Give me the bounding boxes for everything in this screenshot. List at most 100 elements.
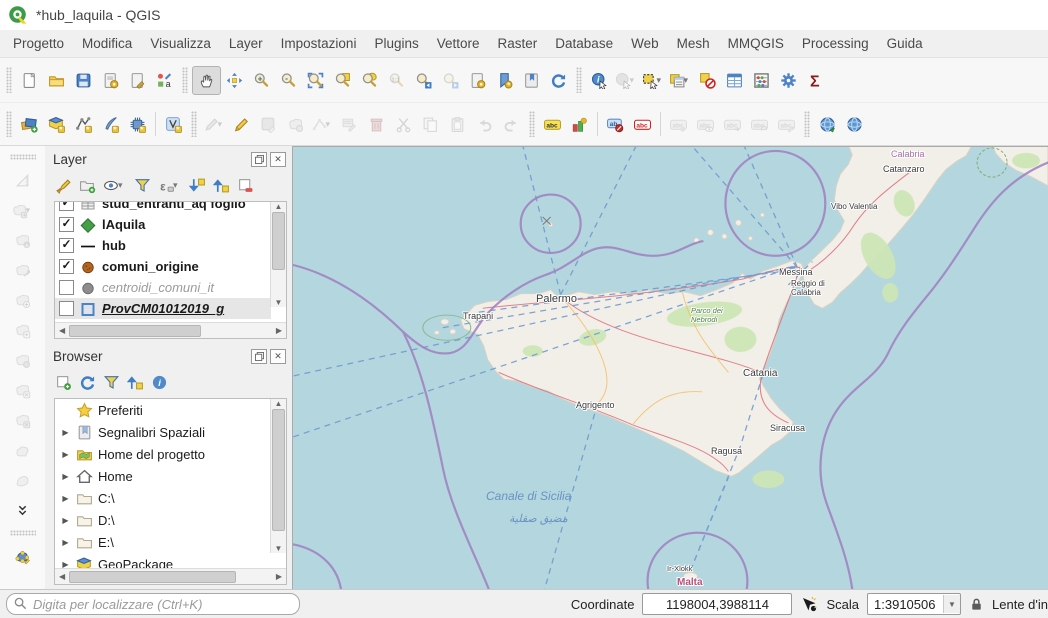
open-attribute-table-button[interactable] <box>721 67 748 94</box>
chevron-down-icon[interactable]: ▼ <box>943 595 960 613</box>
refresh-button[interactable] <box>545 67 572 94</box>
zoom-to-layer-button[interactable] <box>329 67 356 94</box>
dropdown-arrow-icon[interactable]: ▾ <box>118 180 127 191</box>
project-new-button[interactable] <box>16 67 43 94</box>
expander-icon[interactable]: ▶ <box>60 516 71 525</box>
processing-toolbox-button[interactable] <box>775 67 802 94</box>
zoom-in-button[interactable]: + <box>248 67 275 94</box>
zoom-out-button[interactable]: - <box>275 67 302 94</box>
expand-all-button[interactable] <box>189 177 206 194</box>
layer-visibility-checkbox[interactable]: ✓ <box>59 238 74 253</box>
layer-row-ProvCM01012019_g[interactable]: ProvCM01012019_g <box>55 298 271 319</box>
lock-scale-icon[interactable] <box>969 597 984 612</box>
toolbar-handle[interactable] <box>576 67 582 93</box>
browser-panel-close-icon[interactable]: ✕ <box>270 349 286 364</box>
expander-icon[interactable]: ▶ <box>60 538 71 547</box>
browser-item-segnalibrispaziali[interactable]: ▶Segnalibri Spaziali <box>55 421 271 443</box>
layer-row-comuni_origine[interactable]: ✓comuni_origine <box>55 256 271 277</box>
expander-icon[interactable]: ▶ <box>60 560 71 569</box>
layer-row-centroidi_comuni_it[interactable]: centroidi_comuni_it <box>55 277 271 298</box>
map-canvas[interactable]: PalermoTrapaniMessinaReggio di CalabriaC… <box>292 146 1048 589</box>
new-spatialite-layer-button[interactable]: * <box>97 111 124 138</box>
filter-expression-button[interactable]: ε▾ <box>158 177 182 194</box>
dropdown-arrow-icon[interactable]: ▾ <box>326 119 335 130</box>
toggle-editing-button[interactable] <box>228 111 255 138</box>
more-chevron-button[interactable] <box>9 496 37 524</box>
scroll-right-icon[interactable]: ▶ <box>274 572 284 581</box>
menu-mesh[interactable]: Mesh <box>668 32 719 55</box>
layer-visibility-checkbox[interactable] <box>59 280 74 295</box>
layer-labeling-button[interactable]: abc <box>539 111 566 138</box>
new-memory-layer-button[interactable]: * <box>124 111 151 138</box>
menu-raster[interactable]: Raster <box>489 32 547 55</box>
toolbar-handle[interactable] <box>10 154 36 160</box>
browser-vertical-scrollbar[interactable]: ▲ ▼ <box>270 399 286 553</box>
dropdown-arrow-icon[interactable]: ▾ <box>684 75 693 86</box>
project-open-button[interactable] <box>43 67 70 94</box>
browser-item-d[interactable]: ▶D:\ <box>55 509 271 531</box>
remove-layer-button[interactable] <box>237 177 254 194</box>
select-by-form-button[interactable]: ▾ <box>667 67 694 94</box>
toolbar-handle[interactable] <box>182 67 188 93</box>
pan-map-button[interactable] <box>192 66 221 95</box>
toolbar-handle[interactable] <box>6 67 12 93</box>
scale-combobox[interactable]: 1:3910506 ▼ <box>867 593 961 615</box>
menu-mmqgis[interactable]: MMQGIS <box>719 32 793 55</box>
dropdown-arrow-icon[interactable]: ▾ <box>630 75 639 86</box>
menu-plugins[interactable]: Plugins <box>365 32 427 55</box>
dropdown-arrow-icon[interactable]: ▾ <box>218 119 227 130</box>
mmqgis-globe-button[interactable] <box>841 111 868 138</box>
browser-collapse-button[interactable] <box>127 374 144 391</box>
locator-input[interactable] <box>7 596 299 613</box>
toolbar-handle[interactable] <box>191 111 197 137</box>
new-shapefile-layer-button[interactable]: * <box>70 111 97 138</box>
scroll-up-icon[interactable]: ▲ <box>273 202 285 211</box>
browser-add-layer-button[interactable] <box>55 374 72 391</box>
browser-item-geopackage[interactable]: ▶GeoPackage <box>55 553 271 568</box>
toggle-extents-icon[interactable] <box>800 595 818 613</box>
menu-visualizza[interactable]: Visualizza <box>141 32 220 55</box>
toolbar-handle[interactable] <box>804 111 810 137</box>
deselect-features-button[interactable] <box>694 67 721 94</box>
zoom-last-button[interactable] <box>410 67 437 94</box>
mmqgis-globe-import-button[interactable] <box>814 111 841 138</box>
menu-web[interactable]: Web <box>622 32 668 55</box>
scroll-left-icon[interactable]: ◀ <box>57 572 67 581</box>
menu-impostazioni[interactable]: Impostazioni <box>272 32 366 55</box>
add-group-button[interactable] <box>79 177 96 194</box>
scroll-left-icon[interactable]: ◀ <box>57 326 67 335</box>
browser-info-button[interactable]: i <box>151 374 168 391</box>
menu-progetto[interactable]: Progetto <box>4 32 73 55</box>
layer-visibility-checkbox[interactable]: ✓ <box>59 259 74 274</box>
layers-horizontal-scrollbar[interactable]: ◀ ▶ <box>55 322 286 338</box>
select-features-button[interactable]: ▾ <box>640 67 667 94</box>
browser-panel-float-icon[interactable] <box>251 349 267 364</box>
layer-row-stud_entranti_aq foglio[interactable]: ✓stud_entranti_aq foglio <box>55 202 271 214</box>
style-manager-button[interactable]: a <box>151 67 178 94</box>
toolbar-handle[interactable] <box>529 111 535 137</box>
data-source-manager-button[interactable] <box>16 111 43 138</box>
new-print-layout-button[interactable] <box>97 67 124 94</box>
new-geopackage-layer-button[interactable]: * <box>43 111 70 138</box>
menu-modifica[interactable]: Modifica <box>73 32 141 55</box>
menu-guida[interactable]: Guida <box>878 32 932 55</box>
locator-search[interactable] <box>6 593 300 615</box>
layer-row-hub[interactable]: ✓hub <box>55 235 271 256</box>
scrollbar-thumb[interactable] <box>69 325 201 337</box>
project-save-button[interactable] <box>70 67 97 94</box>
dropdown-arrow-icon[interactable]: ▾ <box>26 205 35 216</box>
scroll-right-icon[interactable]: ▶ <box>274 326 284 335</box>
browser-horizontal-scrollbar[interactable]: ◀ ▶ <box>55 568 286 584</box>
expander-icon[interactable]: ▶ <box>60 472 71 481</box>
new-map-view-button[interactable] <box>464 67 491 94</box>
scroll-down-icon[interactable]: ▼ <box>273 298 285 307</box>
new-spatial-bookmark-button[interactable]: * <box>491 67 518 94</box>
layers-panel-float-icon[interactable] <box>251 152 267 167</box>
zoom-full-button[interactable] <box>302 67 329 94</box>
menu-database[interactable]: Database <box>546 32 622 55</box>
manage-themes-button[interactable]: ▾ <box>103 177 127 194</box>
browser-refresh-button[interactable] <box>79 374 96 391</box>
statistics-button[interactable]: Σ <box>802 67 829 94</box>
menu-processing[interactable]: Processing <box>793 32 878 55</box>
browser-item-home[interactable]: ▶Home <box>55 465 271 487</box>
